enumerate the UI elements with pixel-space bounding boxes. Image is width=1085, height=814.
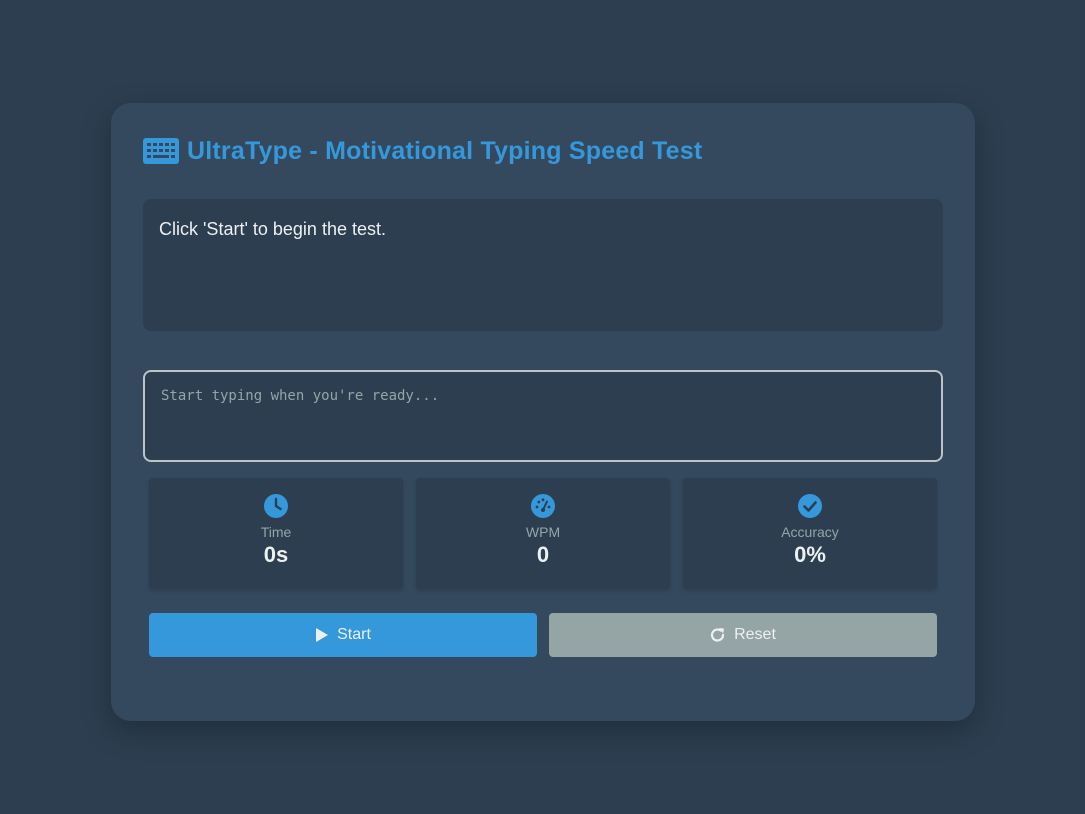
speedometer-icon xyxy=(531,494,555,518)
reset-button-label: Reset xyxy=(734,626,776,643)
keyboard-icon xyxy=(143,138,179,164)
typing-test-card: UltraType - Motivational Typing Speed Te… xyxy=(111,103,975,721)
title-text: UltraType - Motivational Typing Speed Te… xyxy=(187,136,703,165)
stat-time-label: Time xyxy=(260,524,292,540)
redo-icon xyxy=(711,628,725,642)
stat-wpm: WPM 0 xyxy=(416,478,670,589)
text-display-message: Click 'Start' to begin the test. xyxy=(159,219,386,239)
stat-time-value: 0s xyxy=(263,542,289,567)
stats-panel: Time 0s WPM 0 Accuracy 0% xyxy=(149,478,937,589)
clock-icon xyxy=(264,494,288,518)
button-row: Start Reset xyxy=(149,613,937,657)
start-button-label: Start xyxy=(337,626,371,643)
play-icon xyxy=(316,628,329,642)
stat-accuracy-value: 0% xyxy=(794,542,826,567)
stat-wpm-label: WPM xyxy=(525,524,561,540)
header: UltraType - Motivational Typing Speed Te… xyxy=(143,135,943,167)
check-circle-icon xyxy=(798,494,822,518)
text-display: Click 'Start' to begin the test. xyxy=(143,199,943,331)
stat-time: Time 0s xyxy=(149,478,403,589)
stat-accuracy-label: Accuracy xyxy=(781,524,839,540)
stat-accuracy: Accuracy 0% xyxy=(683,478,937,589)
reset-button[interactable]: Reset xyxy=(549,613,937,657)
page-title: UltraType - Motivational Typing Speed Te… xyxy=(143,137,702,166)
typing-input[interactable] xyxy=(143,370,943,462)
start-button[interactable]: Start xyxy=(149,613,537,657)
stat-wpm-value: 0 xyxy=(536,542,550,567)
moon-icon[interactable] xyxy=(923,141,943,161)
